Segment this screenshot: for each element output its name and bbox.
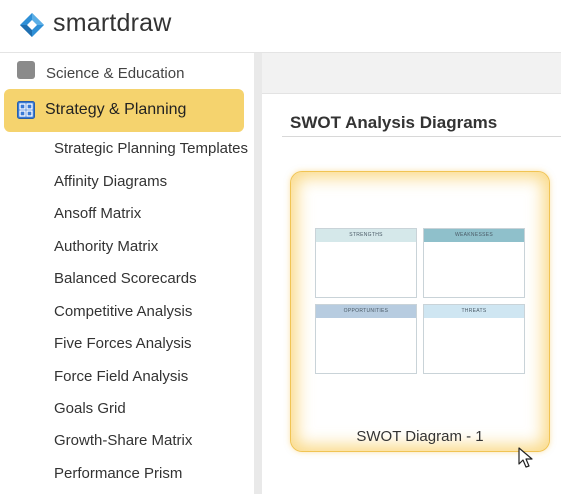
sidebar-item-authority-matrix[interactable]: Authority Matrix <box>54 238 158 255</box>
swot-quadrant-threats: THREATS <box>423 304 525 374</box>
sidebar-item-force-field-analysis[interactable]: Force Field Analysis <box>54 368 188 385</box>
category-sidebar: Science & Education Strategy & Planning … <box>0 53 262 494</box>
sidebar-item-goals-grid[interactable]: Goals Grid <box>54 400 126 417</box>
content-toolbar <box>262 53 561 94</box>
quadrant-header: STRENGTHS <box>316 229 416 242</box>
sidebar-item-strategic-planning-templates[interactable]: Strategic Planning Templates <box>54 140 248 157</box>
sidebar-scrollbar[interactable] <box>254 53 262 494</box>
sidebar-item-balanced-scorecards[interactable]: Balanced Scorecards <box>54 270 197 287</box>
category-label: Science & Education <box>46 65 185 82</box>
section-title: SWOT Analysis Diagrams <box>290 113 498 132</box>
mouse-pointer-icon <box>518 447 533 468</box>
sidebar-item-ansoff-matrix[interactable]: Ansoff Matrix <box>54 205 141 222</box>
sidebar-category-strategy-planning[interactable]: Strategy & Planning <box>4 89 244 132</box>
category-label: Strategy & Planning <box>45 101 187 118</box>
swot-thumbnail: STRENGTHS WEAKNESSES OPPORTUNITIES THREA… <box>315 228 526 376</box>
section-divider <box>282 136 561 137</box>
quadrant-header: WEAKNESSES <box>424 229 524 242</box>
quadrant-header: THREATS <box>424 305 524 318</box>
sidebar-item-growth-share-matrix[interactable]: Growth-Share Matrix <box>54 432 192 449</box>
quadrant-header: OPPORTUNITIES <box>316 305 416 318</box>
sidebar-item-affinity-diagrams[interactable]: Affinity Diagrams <box>54 173 167 190</box>
swot-quadrant-opportunities: OPPORTUNITIES <box>315 304 417 374</box>
sidebar-item-five-forces-analysis[interactable]: Five Forces Analysis <box>54 335 192 352</box>
template-caption[interactable]: SWOT Diagram - 1 <box>290 428 550 445</box>
swot-quadrant-strengths: STRENGTHS <box>315 228 417 298</box>
science-icon <box>17 61 35 79</box>
app-header: smartdraw <box>0 0 561 53</box>
sidebar-item-competitive-analysis[interactable]: Competitive Analysis <box>54 303 192 320</box>
smartdraw-logo-icon[interactable] <box>19 12 45 38</box>
swot-quadrant-weaknesses: WEAKNESSES <box>423 228 525 298</box>
brand-name[interactable]: smartdraw <box>53 9 172 38</box>
sidebar-category-science-education[interactable]: Science & Education <box>0 53 254 83</box>
sidebar-item-performance-prism[interactable]: Performance Prism <box>54 465 182 482</box>
strategy-icon <box>17 101 35 119</box>
